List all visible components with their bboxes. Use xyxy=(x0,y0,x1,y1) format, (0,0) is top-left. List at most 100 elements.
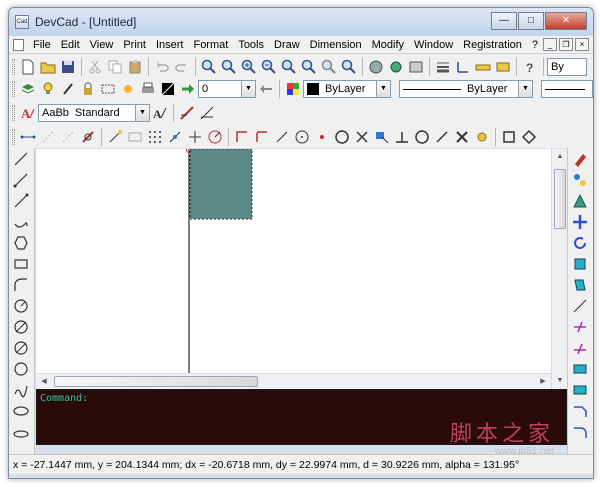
draw-circle-icon[interactable] xyxy=(9,295,33,316)
mdi-minimize-button[interactable]: _ xyxy=(543,38,557,51)
selected-rectangle[interactable] xyxy=(189,148,253,220)
snap-settings-icon[interactable] xyxy=(78,127,98,147)
move-icon[interactable] xyxy=(568,211,592,232)
mdi-restore-button[interactable]: ❐ xyxy=(559,38,573,51)
line-weight-icon[interactable] xyxy=(433,57,453,77)
close-button[interactable]: ✕ xyxy=(545,12,587,30)
snap-quadrant-icon[interactable] xyxy=(412,127,432,147)
snap-nearest-icon[interactable] xyxy=(272,127,292,147)
printer-icon[interactable] xyxy=(138,79,158,99)
stretch-icon[interactable] xyxy=(568,274,592,295)
color-palette-icon[interactable] xyxy=(283,79,303,99)
minimize-button[interactable]: — xyxy=(491,12,517,30)
sun-icon[interactable] xyxy=(118,79,138,99)
mdi-close-button[interactable]: × xyxy=(575,38,589,51)
chevron-down-icon[interactable]: ▼ xyxy=(518,81,532,97)
menu-insert[interactable]: Insert xyxy=(151,36,189,54)
draw-xline-icon[interactable] xyxy=(9,190,33,211)
preview-icon[interactable] xyxy=(406,57,426,77)
redo-icon[interactable] xyxy=(172,57,192,77)
dimension-edit-icon[interactable] xyxy=(177,103,197,123)
measure-icon[interactable] xyxy=(473,57,493,77)
snap-center-icon[interactable] xyxy=(205,127,225,147)
draw-polygon-icon[interactable] xyxy=(9,232,33,253)
menu-print[interactable]: Print xyxy=(118,36,151,54)
zoom-previous-icon[interactable] xyxy=(279,57,299,77)
linetype-select[interactable]: ByLayer ▼ xyxy=(399,80,533,98)
menu-tools[interactable]: Tools xyxy=(233,36,269,54)
drawing-canvas[interactable] xyxy=(36,147,551,373)
zoom-extents-icon[interactable] xyxy=(299,57,319,77)
document-icon[interactable] xyxy=(13,38,24,51)
snap-parallel-icon[interactable] xyxy=(432,127,452,147)
menu-edit[interactable]: Edit xyxy=(56,36,85,54)
overflow-combo[interactable]: By xyxy=(547,58,587,76)
open-folder-icon[interactable] xyxy=(38,57,58,77)
zoom-window-icon[interactable] xyxy=(219,57,239,77)
menu-format[interactable]: Format xyxy=(188,36,233,54)
snap-sun-icon[interactable] xyxy=(472,127,492,147)
snap-diamond-icon[interactable] xyxy=(519,127,539,147)
text-edit-icon[interactable]: A xyxy=(150,103,170,123)
draw-circle-diameter-icon[interactable] xyxy=(9,316,33,337)
snap-intersection-icon[interactable] xyxy=(185,127,205,147)
snap-line-icon[interactable] xyxy=(18,127,38,147)
horizontal-scrollbar[interactable]: ◀ ▶ xyxy=(36,373,551,389)
toolbar-grip[interactable] xyxy=(12,105,15,121)
break-icon[interactable] xyxy=(568,337,592,358)
extend-icon[interactable] xyxy=(568,316,592,337)
menu-file[interactable]: File xyxy=(28,36,56,54)
render-icon[interactable] xyxy=(366,57,386,77)
text-style-icon[interactable]: A xyxy=(18,103,38,123)
snap-clear-icon[interactable] xyxy=(452,127,472,147)
erase-icon[interactable] xyxy=(568,148,592,169)
menu-modify[interactable]: Modify xyxy=(367,36,409,54)
ucs-icon[interactable] xyxy=(453,57,473,77)
chevron-down-icon[interactable]: ▼ xyxy=(376,81,390,97)
menu-window[interactable]: Window xyxy=(409,36,458,54)
snap-octagon-icon[interactable] xyxy=(332,127,352,147)
snap-tracking-icon[interactable] xyxy=(38,127,58,147)
snap-grid-icon[interactable] xyxy=(125,127,145,147)
dashed-rect-icon[interactable] xyxy=(98,79,118,99)
draw-line-icon[interactable] xyxy=(9,148,33,169)
snap-tangent-icon[interactable] xyxy=(252,127,272,147)
rotate-icon[interactable] xyxy=(568,232,592,253)
snap-cross-icon[interactable] xyxy=(352,127,372,147)
draw-ray-icon[interactable] xyxy=(9,169,33,190)
snap-box-icon[interactable] xyxy=(499,127,519,147)
zoom-scale-icon[interactable] xyxy=(339,57,359,77)
layer-color-icon[interactable] xyxy=(158,79,178,99)
zoom-all-icon[interactable] xyxy=(319,57,339,77)
draw-ellipse-icon[interactable] xyxy=(9,400,33,421)
menu-registration[interactable]: Registration xyxy=(458,36,527,54)
mirror-icon[interactable] xyxy=(568,190,592,211)
layer-select[interactable]: 0 ▼ xyxy=(198,80,256,98)
properties-icon[interactable] xyxy=(386,57,406,77)
command-window[interactable]: Command: 脚本之家 www.jb51.net xyxy=(36,389,567,457)
toolbar-grip[interactable] xyxy=(12,59,15,75)
snap-polar-icon[interactable] xyxy=(58,127,78,147)
snap-endpoint-icon[interactable] xyxy=(105,127,125,147)
zoom-in-icon[interactable] xyxy=(239,57,259,77)
help-icon[interactable]: ? xyxy=(520,57,540,77)
menu-dimension[interactable]: Dimension xyxy=(305,36,367,54)
draw-polyline-icon[interactable] xyxy=(9,211,33,232)
zoom-realtime-icon[interactable] xyxy=(199,57,219,77)
horizontal-scroll-thumb[interactable] xyxy=(54,376,258,387)
chevron-down-icon[interactable]: ▼ xyxy=(135,105,149,121)
copy-icon[interactable] xyxy=(105,57,125,77)
vertical-scrollbar[interactable]: ▲ ▼ xyxy=(551,149,567,389)
scale-icon[interactable] xyxy=(568,253,592,274)
snap-insert-icon[interactable] xyxy=(372,127,392,147)
lineweight-select[interactable] xyxy=(541,80,593,98)
toolbar-grip[interactable] xyxy=(12,129,15,145)
draw-ellipse-arc-icon[interactable] xyxy=(9,421,33,442)
app-icon[interactable]: Cad xyxy=(15,15,29,29)
draw-spline-icon[interactable] xyxy=(9,379,33,400)
arrow-right-icon[interactable] xyxy=(178,79,198,99)
snap-node-icon[interactable] xyxy=(312,127,332,147)
dimension-style-icon[interactable] xyxy=(493,57,513,77)
chevron-down-icon[interactable]: ▼ xyxy=(241,81,255,97)
lock-icon[interactable] xyxy=(78,79,98,99)
